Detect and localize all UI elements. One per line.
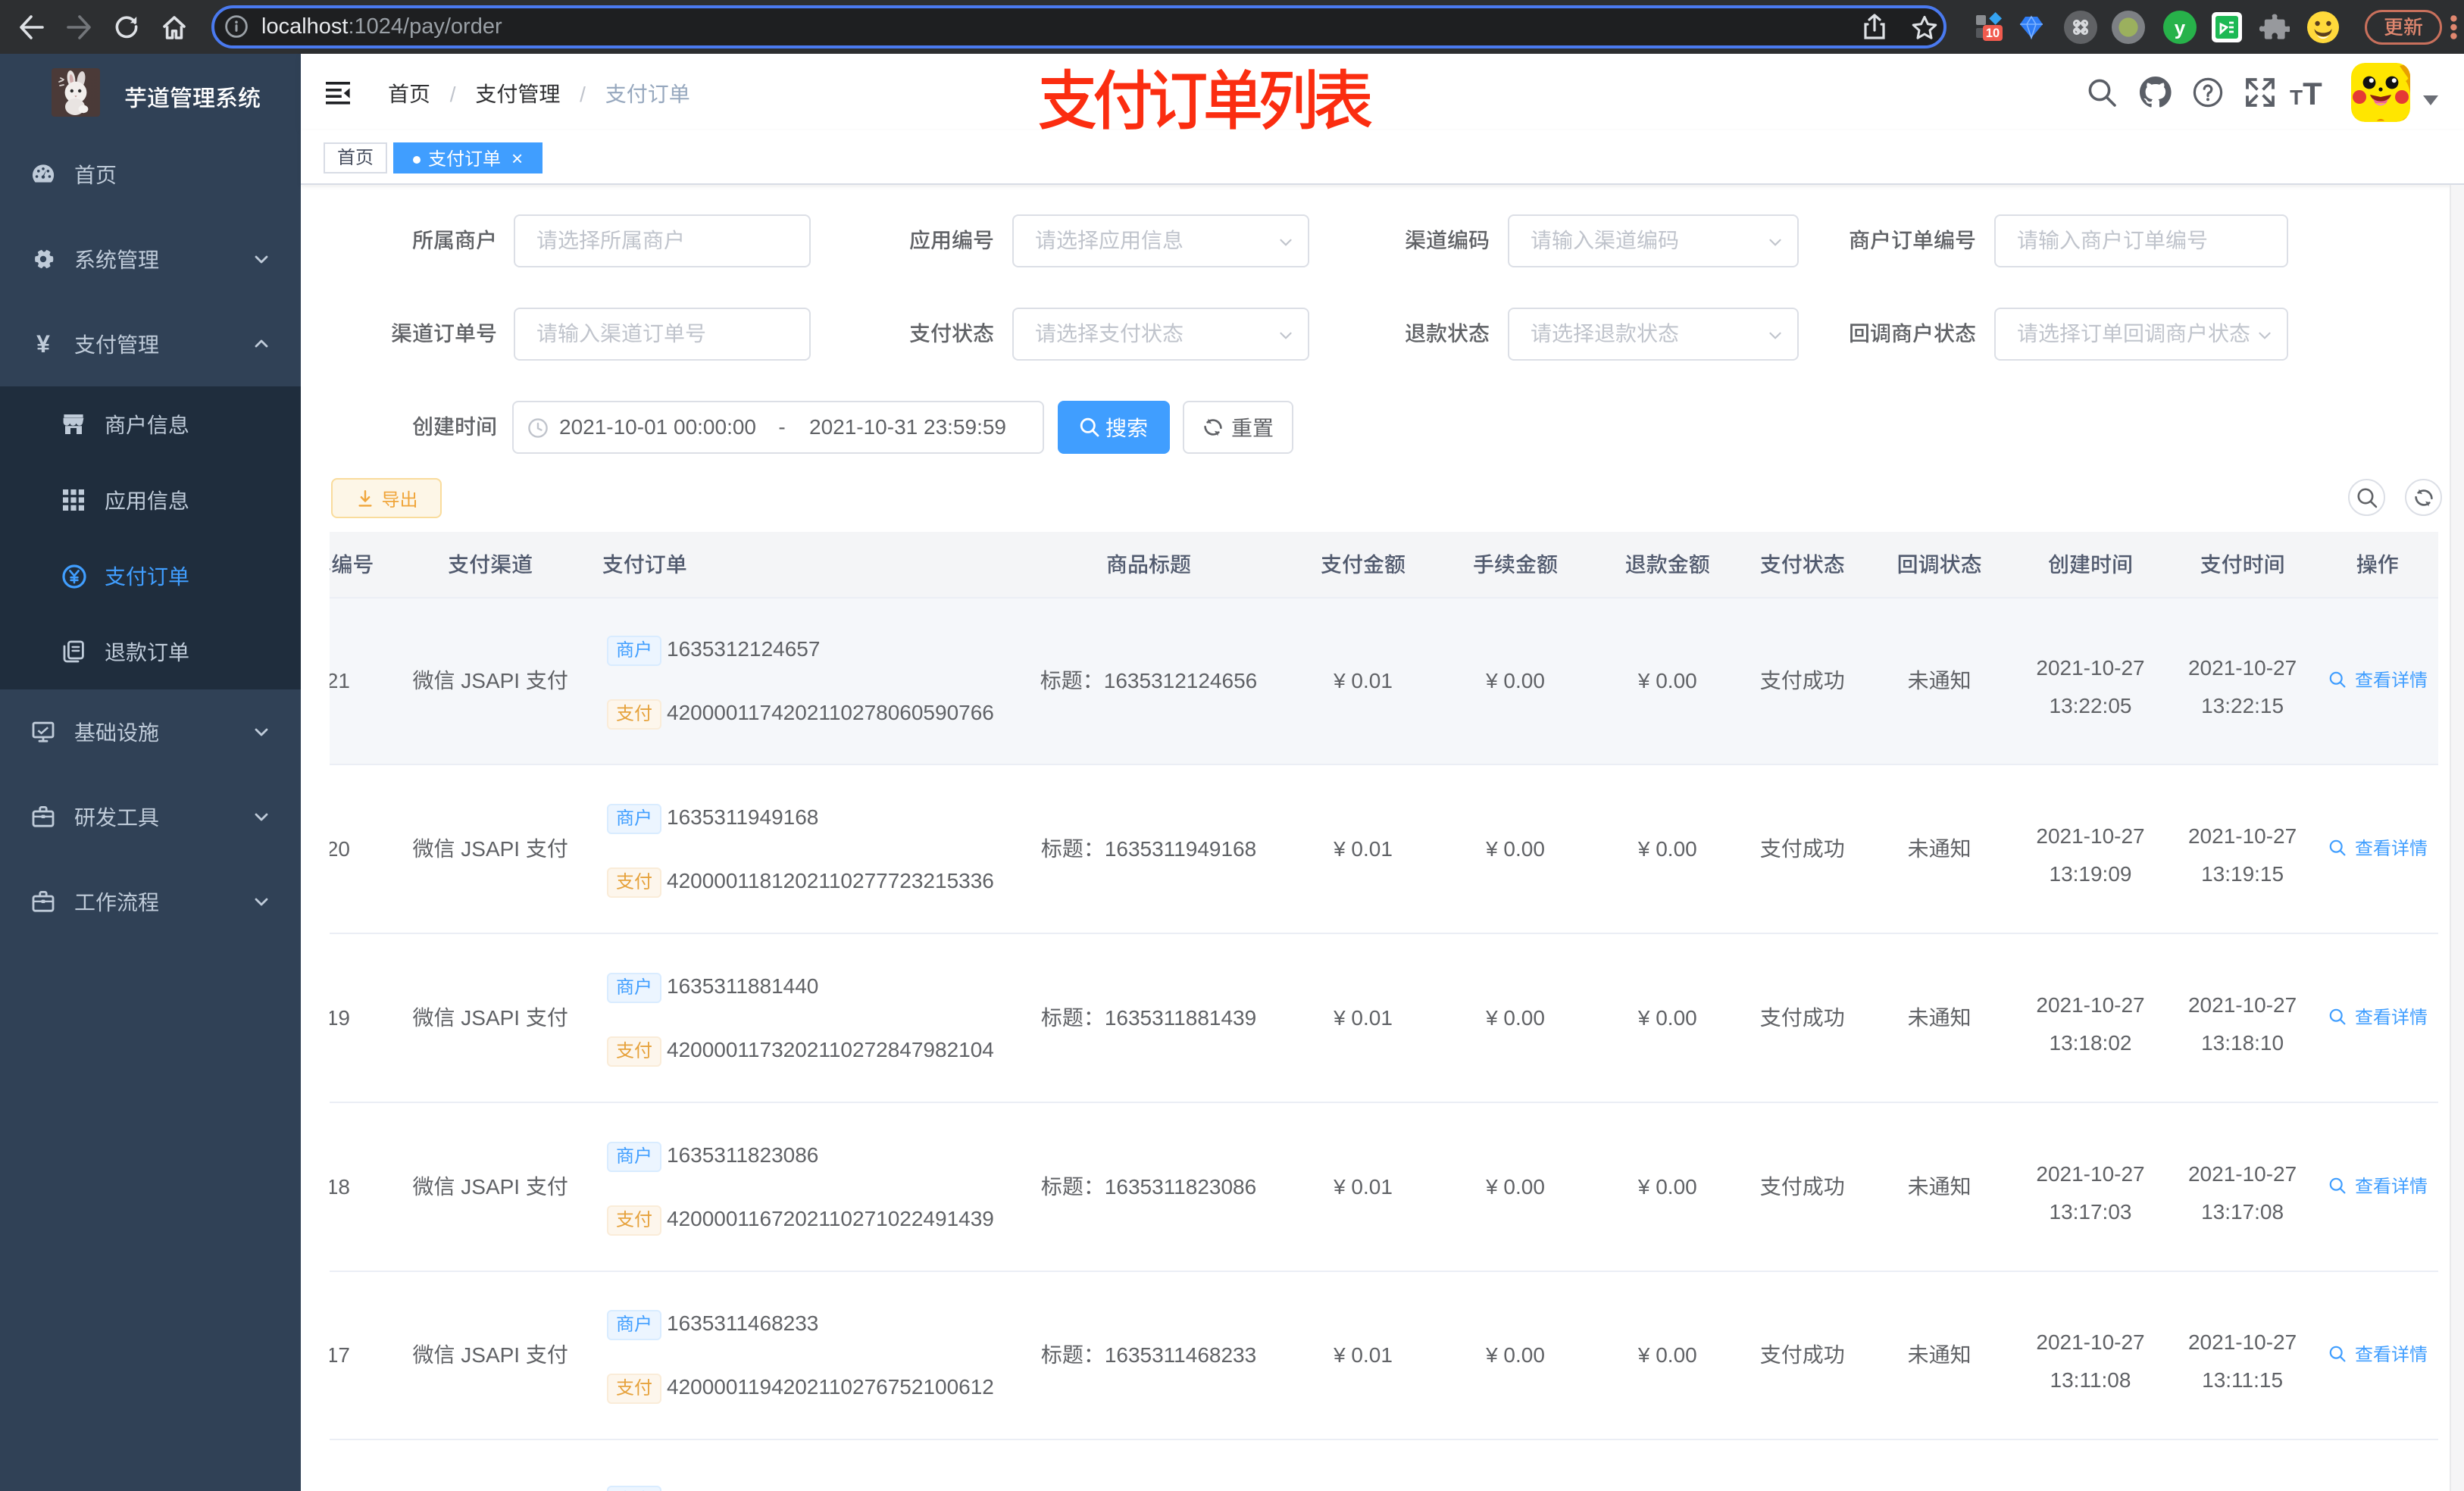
svg-text:y: y — [2175, 17, 2186, 39]
svg-text:10: 10 — [1986, 27, 2000, 40]
